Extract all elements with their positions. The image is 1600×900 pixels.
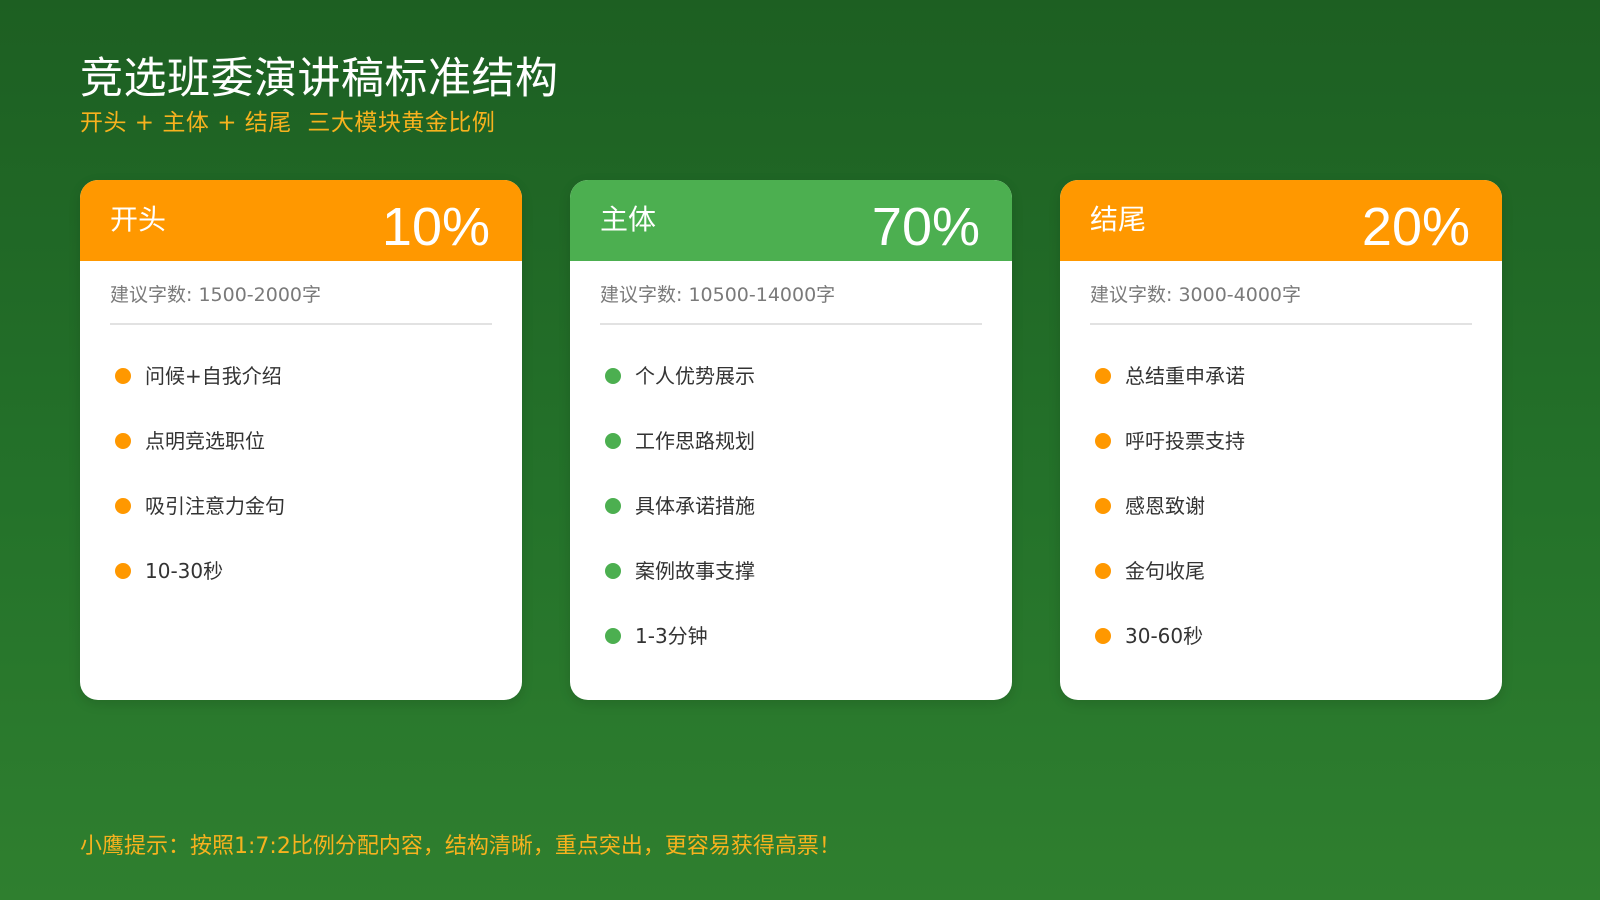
card-title: 主体: [600, 203, 657, 236]
item-list: 问候+自我介绍 点明竞选职位 吸引注意力金句 10-30秒: [110, 343, 492, 603]
bullet-dot-icon: [605, 432, 621, 449]
card-title: 结尾: [1090, 203, 1147, 236]
list-item-text: 问候+自我介绍: [145, 363, 282, 388]
page-title: 竞选班委演讲稿标准结构: [80, 54, 559, 104]
list-item: 总结重申承诺: [1090, 343, 1472, 408]
list-item: 呼吁投票支持: [1090, 408, 1472, 473]
list-item: 问候+自我介绍: [110, 343, 492, 408]
bullet-dot-icon: [115, 432, 131, 449]
card-header: 开头 10%: [80, 180, 522, 261]
bullet-dot-icon: [605, 627, 621, 644]
list-item-text: 30-60秒: [1125, 623, 1204, 648]
page-subtitle: 开头 + 主体 + 结尾 三大模块黄金比例: [80, 110, 496, 136]
list-item-text: 感恩致谢: [1125, 493, 1205, 518]
word-count-hint: 建议字数: 1500-2000字: [110, 281, 492, 325]
card-body: 建议字数: 3000-4000字 总结重申承诺 呼吁投票支持 感恩致谢 金句收尾…: [1060, 281, 1502, 668]
bullet-dot-icon: [115, 562, 131, 579]
list-item-text: 工作思路规划: [635, 428, 755, 453]
bullet-dot-icon: [605, 562, 621, 579]
list-item-text: 总结重申承诺: [1125, 363, 1245, 388]
card-closing: 结尾 20% 建议字数: 3000-4000字 总结重申承诺 呼吁投票支持 感恩…: [1060, 180, 1502, 700]
bullet-dot-icon: [605, 367, 621, 384]
list-item-text: 呼吁投票支持: [1125, 428, 1245, 453]
bullet-dot-icon: [1095, 497, 1111, 514]
list-item-text: 点明竞选职位: [145, 428, 265, 453]
card-percentage: 70%: [871, 197, 980, 257]
card-header: 结尾 20%: [1060, 180, 1502, 261]
list-item: 10-30秒: [110, 538, 492, 603]
list-item: 工作思路规划: [600, 408, 982, 473]
card-body: 建议字数: 1500-2000字 问候+自我介绍 点明竞选职位 吸引注意力金句 …: [80, 281, 522, 603]
card-header: 主体 70%: [570, 180, 1012, 261]
card-percentage: 10%: [381, 197, 490, 257]
list-item-text: 金句收尾: [1125, 558, 1205, 583]
structure-cards: 开头 10% 建议字数: 1500-2000字 问候+自我介绍 点明竞选职位 吸…: [80, 180, 1502, 700]
list-item-text: 吸引注意力金句: [145, 493, 285, 518]
list-item: 吸引注意力金句: [110, 473, 492, 538]
list-item: 个人优势展示: [600, 343, 982, 408]
bullet-dot-icon: [1095, 367, 1111, 384]
list-item-text: 具体承诺措施: [635, 493, 755, 518]
header: 竞选班委演讲稿标准结构 开头 + 主体 + 结尾 三大模块黄金比例: [80, 52, 559, 138]
list-item-text: 10-30秒: [145, 558, 224, 583]
bullet-dot-icon: [1095, 562, 1111, 579]
list-item: 30-60秒: [1090, 603, 1472, 668]
bullet-dot-icon: [1095, 627, 1111, 644]
list-item: 具体承诺措施: [600, 473, 982, 538]
bullet-dot-icon: [115, 367, 131, 384]
list-item: 1-3分钟: [600, 603, 982, 668]
footer-tip: 小鹰提示：按照1:7:2比例分配内容，结构清晰，重点突出，更容易获得高票！: [80, 834, 841, 859]
word-count-hint: 建议字数: 10500-14000字: [600, 281, 982, 325]
card-body: 建议字数: 10500-14000字 个人优势展示 工作思路规划 具体承诺措施 …: [570, 281, 1012, 668]
bullet-dot-icon: [605, 497, 621, 514]
list-item: 点明竞选职位: [110, 408, 492, 473]
list-item: 感恩致谢: [1090, 473, 1472, 538]
list-item-text: 个人优势展示: [635, 363, 755, 388]
card-body-section: 主体 70% 建议字数: 10500-14000字 个人优势展示 工作思路规划 …: [570, 180, 1012, 700]
bullet-dot-icon: [115, 497, 131, 514]
list-item: 金句收尾: [1090, 538, 1472, 603]
item-list: 个人优势展示 工作思路规划 具体承诺措施 案例故事支撑 1-3分钟: [600, 343, 982, 668]
card-title: 开头: [110, 203, 167, 236]
list-item-text: 案例故事支撑: [635, 558, 755, 583]
card-opening: 开头 10% 建议字数: 1500-2000字 问候+自我介绍 点明竞选职位 吸…: [80, 180, 522, 700]
list-item: 案例故事支撑: [600, 538, 982, 603]
word-count-hint: 建议字数: 3000-4000字: [1090, 281, 1472, 325]
list-item-text: 1-3分钟: [635, 623, 708, 648]
card-percentage: 20%: [1361, 197, 1470, 257]
item-list: 总结重申承诺 呼吁投票支持 感恩致谢 金句收尾 30-60秒: [1090, 343, 1472, 668]
bullet-dot-icon: [1095, 432, 1111, 449]
